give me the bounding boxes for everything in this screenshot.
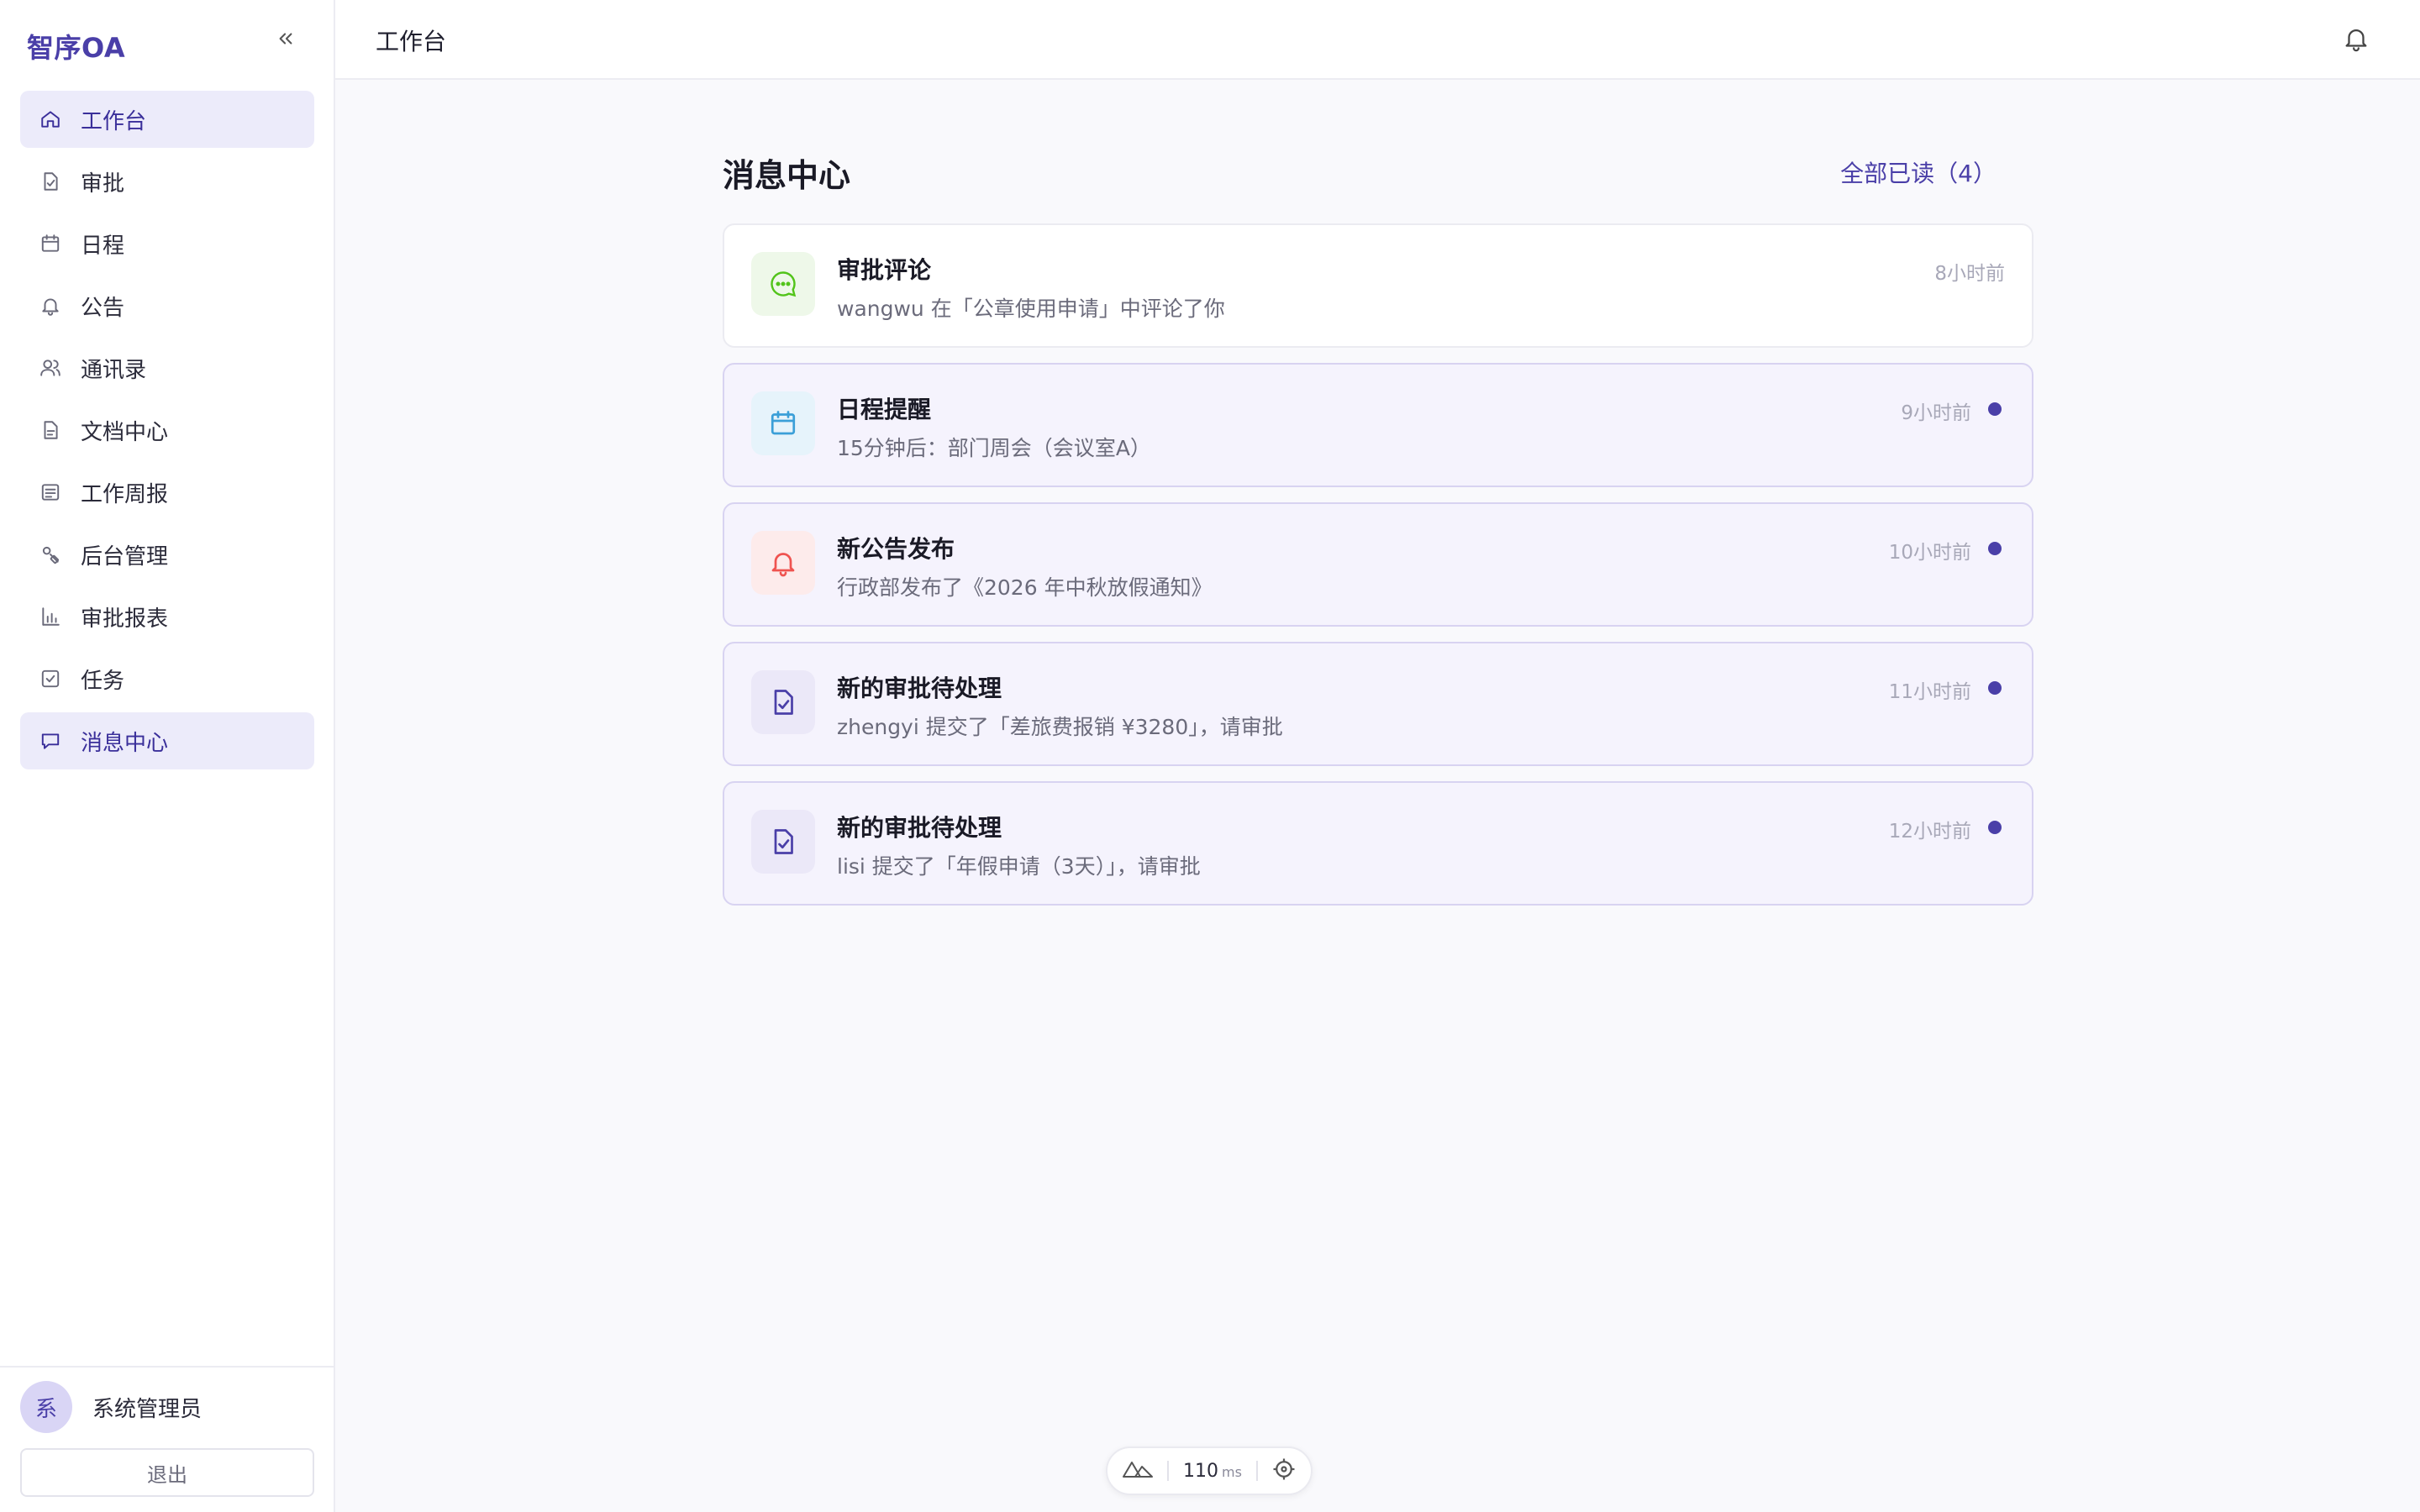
admin-icon [39,543,62,566]
unread-dot [1988,542,2002,555]
sidebar-item-label: 审批报表 [81,606,169,632]
message-title: 日程提醒 [837,396,932,423]
message-time: 9小时前 [1901,402,1971,424]
sidebar-item-label: 日程 [81,233,125,259]
double-chevron-left-icon [276,29,295,51]
unread-dot [1988,681,2002,695]
render-time-value: 110 [1183,1460,1219,1482]
mark-all-read-button[interactable]: 全部已读（4） [1840,155,1996,189]
chat-icon [751,252,815,316]
message-card[interactable]: 新公告发布行政部发布了《2026 年中秋放假通知》 10小时前 [723,502,2033,627]
message-list: 审批评论 wangwu 在「公章使用申请」中评论了你 8小时前日程提醒 15分钟后：部… [723,223,2033,906]
file-check-icon [39,170,62,193]
users-icon [39,356,62,380]
unread-dot [1988,402,2002,416]
render-time: 110 ms [1183,1461,1242,1482]
sidebar-item-label: 文档中心 [81,419,169,445]
bell-icon [2342,24,2370,56]
message-card[interactable]: 新的审批待处理 lisi 提交了「年假申请（3天）」，请审批 12小时前 [723,781,2033,906]
sidebar-item-3[interactable]: 公告 [20,277,314,334]
message-card[interactable]: 日程提醒 15分钟后：部门周会（会议室A） 9小时前 [723,363,2033,487]
user-name: 系统管理员 [92,1396,203,1422]
nuxt-logo-icon[interactable] [1122,1459,1154,1483]
sidebar-item-2[interactable]: 日程 [20,215,314,272]
logout-button[interactable]: 退出 [20,1448,314,1497]
unread-dot [1988,821,2002,834]
sidebar-item-10[interactable]: 消息中心 [20,712,314,769]
sidebar-item-4[interactable]: 通讯录 [20,339,314,396]
sidebar-nav: 工作台审批日程公告通讯录文档中心工作周报后台管理审批报表任务消息中心 [20,91,314,774]
message-body: wangwu 在「公章使用申请」中评论了你 [837,297,1225,321]
bell-icon [39,294,62,318]
calendar-icon [39,232,62,255]
list-icon [39,480,62,504]
document-icon [39,418,62,442]
devtools-pill[interactable]: 110 ms [1106,1446,1313,1495]
message-card[interactable]: 新的审批待处理 zhengyi 提交了「差旅费报销 ¥3280」，请审批 11小时前 [723,642,2033,766]
sidebar-item-6[interactable]: 工作周报 [20,464,314,521]
brand-logo[interactable]: 智序OA [27,27,125,66]
home-icon [39,108,62,131]
sidebar-item-label: 后台管理 [81,543,169,570]
bar-chart-icon [39,605,62,628]
sidebar-item-0[interactable]: 工作台 [20,91,314,148]
page-title: 消息中心 [723,156,851,194]
bell-icon [751,531,815,595]
sidebar-footer: 系 系统管理员 退出 [0,1366,334,1512]
sidebar-item-label: 工作周报 [81,481,169,507]
calendar-icon [751,391,815,455]
avatar: 系 [20,1381,72,1433]
content-header: 消息中心 全部已读（4） [723,143,2033,202]
message-body: 行政部发布了《2026 年中秋放假通知》 [837,575,1213,600]
sidebar-item-label: 工作台 [81,108,147,134]
message-title: 新公告发布 [837,535,955,563]
sidebar-item-label: 公告 [81,295,125,321]
message-time: 12小时前 [1888,821,1971,843]
message-body: 15分钟后：部门周会（会议室A） [837,436,1151,460]
sidebar-item-5[interactable]: 文档中心 [20,402,314,459]
message-center: 消息中心 全部已读（4） 审批评论 wangwu 在「公章使用申请」中评论了你 8小… [723,143,2033,906]
topbar: 工作台 [335,0,2420,80]
sidebar-item-8[interactable]: 审批报表 [20,588,314,645]
message-time: 10小时前 [1888,542,1971,564]
message-title: 新的审批待处理 [837,814,1002,842]
message-time: 11小时前 [1888,681,1971,703]
collapse-sidebar-button[interactable] [274,29,297,52]
sidebar-item-9[interactable]: 任务 [20,650,314,707]
message-title: 新的审批待处理 [837,675,1002,702]
sidebar-item-1[interactable]: 审批 [20,153,314,210]
notification-button[interactable] [2339,24,2373,57]
file-check-icon [751,670,815,734]
render-time-unit: ms [1222,1463,1242,1480]
sidebar-item-label: 审批 [81,171,125,197]
message-card[interactable]: 审批评论 wangwu 在「公章使用申请」中评论了你 8小时前 [723,223,2033,348]
message-body: zhengyi 提交了「差旅费报销 ¥3280」，请审批 [837,715,1283,739]
message-body: lisi 提交了「年假申请（3天）」，请审批 [837,854,1201,879]
sidebar-item-label: 消息中心 [81,730,169,756]
sidebar: 智序OA 工作台 审批 日程 公告 通讯录 文档中心 工作周报 后台管理 审批报表 任务 消息中心 … [0,0,335,1512]
user-profile[interactable]: 系 系统管理员 [20,1381,202,1433]
message-title: 审批评论 [837,256,932,284]
message-time: 8小时前 [1934,263,2005,285]
sidebar-item-label: 任务 [81,668,125,694]
message-icon [39,729,62,753]
checkbox-icon [39,667,62,690]
crosshair-icon[interactable] [1271,1457,1297,1485]
topbar-title: 工作台 [376,28,447,55]
file-check-icon [751,810,815,874]
divider [1167,1461,1170,1481]
sidebar-item-7[interactable]: 后台管理 [20,526,314,583]
sidebar-item-label: 通讯录 [81,357,147,383]
divider [1255,1461,1258,1481]
